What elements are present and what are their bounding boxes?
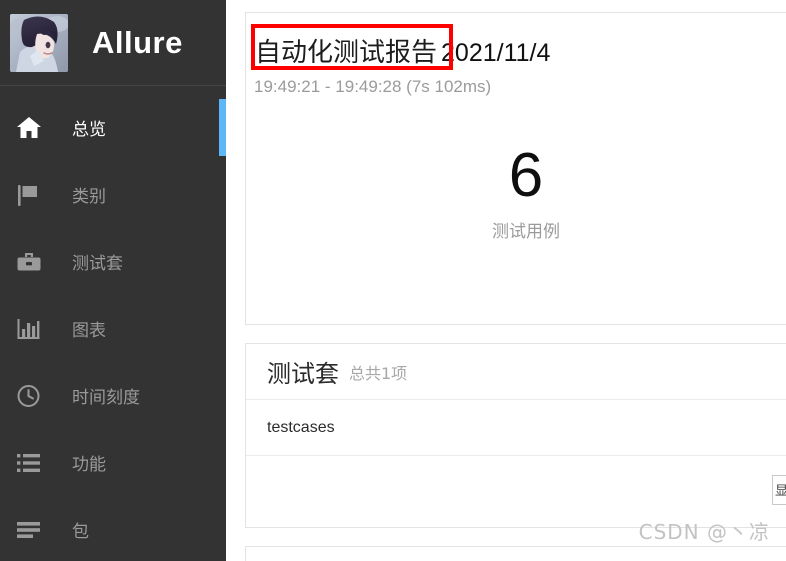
suites-card: 测试套 总共1项 testcases: [245, 343, 786, 528]
page-title: 自动化测试报告: [255, 38, 438, 68]
watermark: CSDN @丶凉: [638, 520, 770, 544]
sidebar-item-suites[interactable]: 测试套: [0, 228, 226, 295]
suitcase-icon: [16, 250, 54, 274]
summary-card: 自动化测试报告 2021/11/4 19:49:21 - 19:49:28 (7…: [245, 12, 786, 325]
sidebar-item-graphs[interactable]: 图表: [0, 295, 226, 362]
sidebar-nav: 总览 类别 测试套 图表 时间刻度 功能 包: [0, 86, 226, 561]
lines-icon: [16, 518, 54, 542]
edge-toggle-button[interactable]: 显: [772, 475, 786, 505]
report-title-row: 自动化测试报告 2021/11/4: [251, 24, 786, 71]
sidebar-item-overview[interactable]: 总览: [0, 94, 226, 161]
sidebar-item-label: 总览: [72, 120, 106, 140]
sidebar-item-behaviors[interactable]: 功能: [0, 429, 226, 496]
sidebar-item-categories[interactable]: 类别: [0, 161, 226, 228]
sidebar-item-label: 测试套: [72, 254, 123, 274]
sidebar: Allure 总览 类别 测试套 图表 时间刻度 功能 包: [0, 0, 226, 561]
list-icon: [16, 451, 54, 475]
sidebar-item-timeline[interactable]: 时间刻度: [0, 362, 226, 429]
flag-icon: [16, 183, 54, 207]
main-content: 自动化测试报告 2021/11/4 19:49:21 - 19:49:28 (7…: [226, 0, 786, 561]
report-time-range: 19:49:21 - 19:49:28 (7s 102ms): [254, 77, 492, 96]
clock-icon: [16, 384, 54, 408]
sidebar-item-packages[interactable]: 包: [0, 496, 226, 561]
next-card-partial: [245, 546, 786, 561]
home-icon: [16, 116, 54, 140]
sidebar-item-label: 功能: [72, 455, 106, 475]
test-cases-stat: 6 测试用例: [246, 141, 786, 243]
sidebar-item-label: 图表: [72, 321, 106, 341]
brand-header: Allure: [0, 0, 226, 86]
avatar: [10, 13, 68, 72]
sidebar-item-label: 包: [72, 522, 89, 542]
suites-card-header: 测试套 总共1项: [246, 344, 786, 400]
suite-name: testcases: [267, 418, 335, 436]
bar-chart-icon: [16, 317, 54, 341]
brand-name: Allure: [92, 24, 183, 60]
report-date: 2021/11/4: [441, 39, 551, 67]
suites-title: 测试套: [267, 360, 339, 388]
test-cases-label: 测试用例: [492, 222, 560, 242]
test-cases-count: 6: [508, 141, 544, 210]
list-item[interactable]: testcases: [246, 400, 786, 456]
sidebar-item-label: 时间刻度: [72, 388, 140, 408]
report-header: 自动化测试报告 2021/11/4 19:49:21 - 19:49:28 (7…: [246, 13, 786, 97]
sidebar-item-label: 类别: [72, 187, 106, 207]
allure-report-window: Allure 总览 类别 测试套 图表 时间刻度 功能 包 自动化测试报告 20…: [0, 0, 786, 561]
active-indicator: [219, 99, 226, 156]
suites-count: 总共1项: [349, 363, 408, 383]
